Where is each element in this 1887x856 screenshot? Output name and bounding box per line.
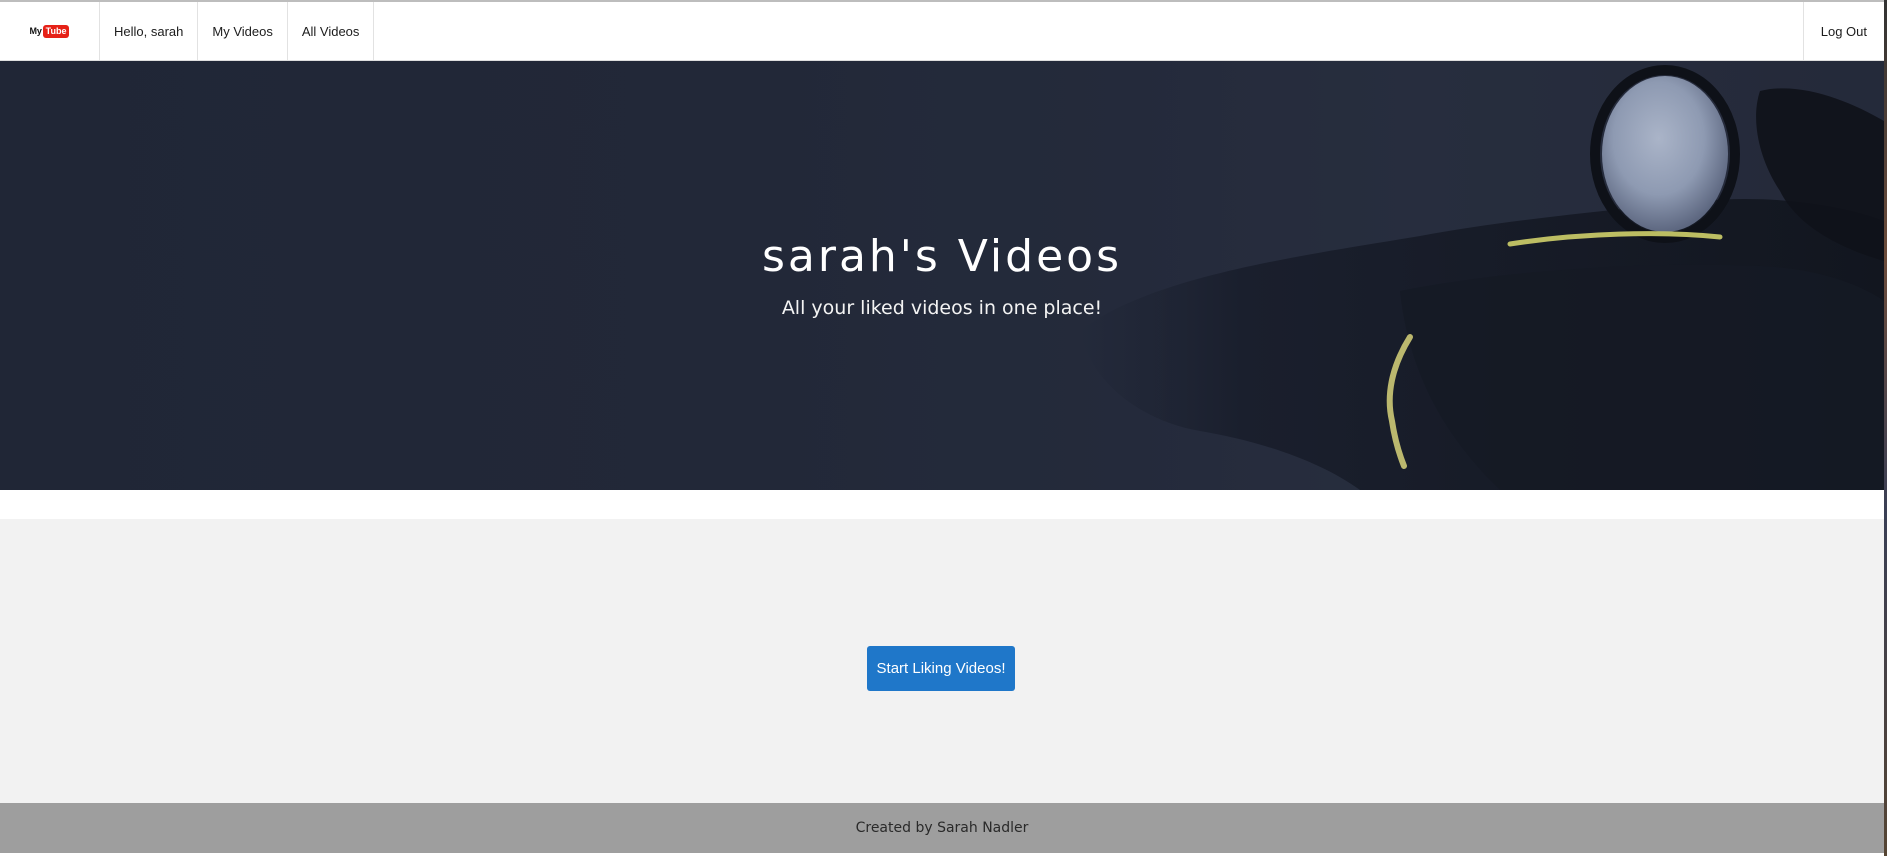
footer: Created by Sarah Nadler (0, 803, 1884, 853)
logout-label: Log Out (1820, 23, 1867, 39)
nav-greeting[interactable]: Hello, sarah (100, 2, 199, 60)
top-navbar: My Tube Hello, sarah My Videos All Video… (0, 0, 1884, 61)
mytube-logo[interactable]: My Tube (0, 2, 100, 60)
logo-tube-badge: Tube (42, 24, 70, 38)
nav-all-videos[interactable]: All Videos (288, 2, 375, 60)
logout-link[interactable]: Log Out (1802, 2, 1884, 60)
start-liking-videos-button[interactable]: Start Liking Videos! (867, 646, 1015, 691)
footer-credit: Created by Sarah Nadler (855, 820, 1029, 836)
logo-my-text: My (29, 26, 42, 36)
nav-my-videos-label: My Videos (212, 23, 273, 39)
hero-subtitle: All your liked videos in one place! (781, 297, 1103, 319)
nav-my-videos[interactable]: My Videos (198, 2, 288, 60)
hero-title: sarah's Videos (761, 231, 1123, 282)
hero-banner: sarah's Videos All your liked videos in … (0, 61, 1884, 490)
nav-all-videos-label: All Videos (301, 23, 360, 39)
nav-greeting-label: Hello, sarah (114, 23, 184, 39)
hero-text-block: sarah's Videos All your liked videos in … (0, 61, 1884, 490)
main-content: Start Liking Videos! (0, 519, 1884, 803)
